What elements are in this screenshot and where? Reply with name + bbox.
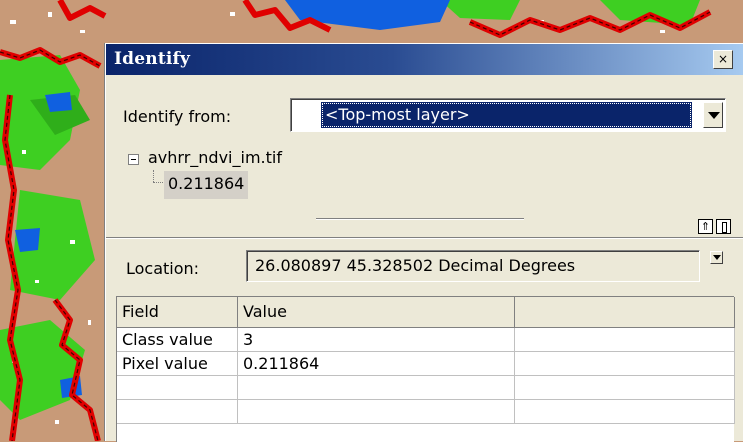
- identify-from-selected[interactable]: <Top-most layer>: [321, 102, 692, 128]
- table-header: Field Value: [117, 297, 735, 328]
- column-header-field[interactable]: Field: [117, 297, 238, 328]
- title-bar[interactable]: Identify ×: [106, 44, 743, 75]
- close-icon: ×: [717, 52, 729, 66]
- table-cell: [515, 328, 735, 352]
- table-cell: [238, 376, 515, 400]
- table-cell: [515, 352, 735, 376]
- table-cell: [117, 376, 238, 400]
- tree-connector: [153, 170, 154, 182]
- table-cell: Class value: [117, 328, 238, 352]
- minus-box-icon[interactable]: [128, 154, 139, 165]
- identify-dialog: Identify × Identify from: <Top-most laye…: [105, 43, 743, 442]
- table-row[interactable]: Class value 3: [117, 328, 735, 352]
- tree-connector: [153, 182, 163, 183]
- location-dropdown-icon[interactable]: [710, 251, 723, 264]
- tree-item-layer[interactable]: avhrr_ndvi_im.tif: [148, 148, 282, 167]
- table-cell: 3: [238, 328, 515, 352]
- attribute-table: Field Value Class value 3 Pixel value 0.…: [116, 296, 735, 442]
- table-cell: [117, 400, 238, 424]
- location-field[interactable]: 26.080897 45.328502 Decimal Degrees: [246, 250, 700, 282]
- identify-from-label: Identify from:: [123, 107, 232, 126]
- table-cell: [515, 376, 735, 400]
- collapse-icon[interactable]: ⇑: [698, 219, 713, 234]
- close-button[interactable]: ×: [713, 50, 733, 69]
- window-title: Identify: [114, 49, 191, 69]
- table-row[interactable]: [117, 376, 735, 400]
- table-cell: Pixel value: [117, 352, 238, 376]
- layer-swatch: [295, 103, 319, 127]
- column-header-value[interactable]: Value: [238, 297, 515, 328]
- pane-splitter[interactable]: [316, 218, 524, 220]
- table-cell: [515, 400, 735, 424]
- results-tree: avhrr_ndvi_im.tif 0.211864: [114, 142, 734, 252]
- table-row[interactable]: [117, 400, 735, 424]
- table-cell: [238, 400, 515, 424]
- column-header-extra[interactable]: [515, 297, 735, 328]
- chevron-down-icon[interactable]: [703, 102, 723, 128]
- location-label: Location:: [126, 259, 200, 278]
- divider: [106, 237, 743, 239]
- tree-item-value[interactable]: 0.211864: [164, 171, 249, 199]
- pin-icon[interactable]: [716, 219, 731, 234]
- table-row[interactable]: Pixel value 0.211864: [117, 352, 735, 376]
- identify-from-dropdown[interactable]: <Top-most layer>: [290, 98, 726, 132]
- table-cell: 0.211864: [238, 352, 515, 376]
